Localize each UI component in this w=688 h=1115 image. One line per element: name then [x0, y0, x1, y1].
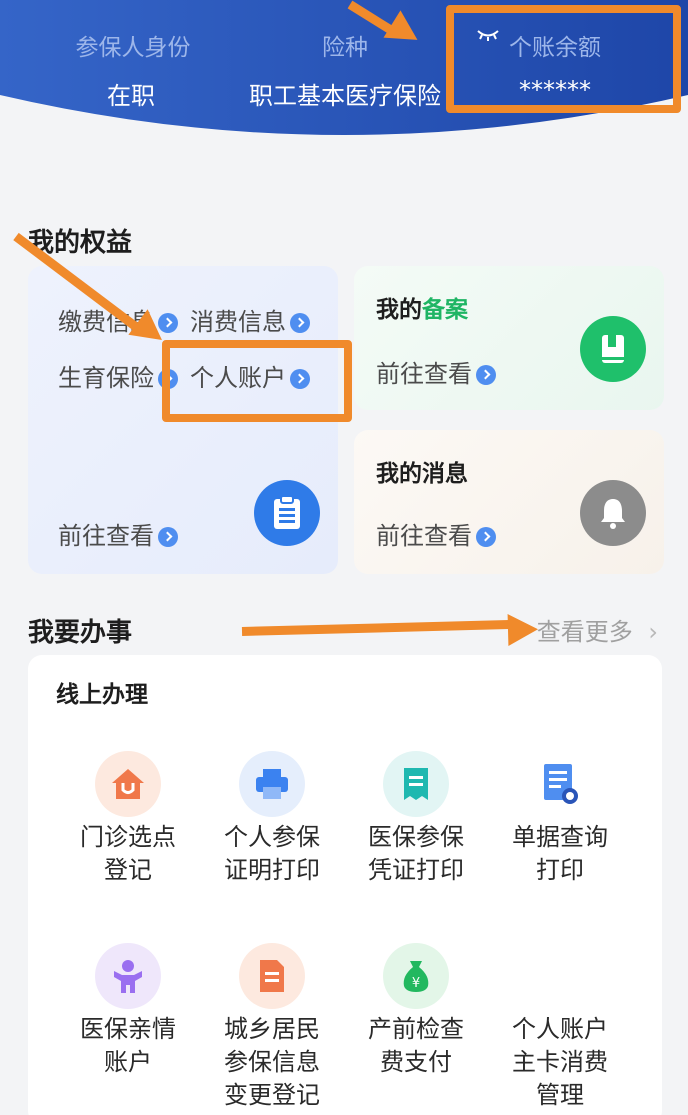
- service-outpatient-registration[interactable]: 门诊选点 登记: [58, 751, 198, 887]
- service-family-account[interactable]: 医保亲情 账户: [58, 943, 198, 1079]
- tasks-section-title: 我要办事: [28, 618, 133, 648]
- filing-title-prefix: 我的: [376, 297, 422, 323]
- identity-value: 在职: [107, 82, 155, 110]
- card-icon: [527, 943, 593, 1009]
- clipboard-icon: [254, 480, 320, 546]
- service-label-line3: 变更登记: [224, 1081, 320, 1109]
- my-messages-card[interactable]: 我的消息 前往查看: [354, 430, 664, 574]
- svg-text:¥: ¥: [412, 976, 420, 991]
- highlight-box-balance: [446, 5, 681, 113]
- file-edit-icon: [239, 943, 305, 1009]
- maternity-insurance-link[interactable]: 生育保险: [58, 358, 178, 393]
- service-label-line1: 个人参保: [224, 823, 320, 851]
- service-label-line2: 打印: [536, 856, 584, 884]
- service-main-card-consumption[interactable]: 个人账户 主卡消费 管理: [490, 943, 630, 1112]
- maternity-insurance-label: 生育保险: [58, 364, 154, 392]
- my-filing-card[interactable]: 我的备案 前往查看: [354, 266, 664, 410]
- service-label-line1: 医保亲情: [80, 1015, 176, 1043]
- chevron-right-icon: ›: [648, 618, 658, 646]
- service-resident-info-change[interactable]: 城乡居民 参保信息 变更登记: [202, 943, 342, 1112]
- money-bag-icon: ¥: [383, 943, 449, 1009]
- service-label-line1: 城乡居民: [224, 1015, 320, 1043]
- view-more-label: 查看更多: [536, 618, 633, 646]
- chevron-right-icon: [476, 527, 496, 547]
- online-services-title: 线上办理: [56, 682, 148, 708]
- service-label-line2: 主卡消费: [512, 1048, 608, 1076]
- chevron-right-icon: [290, 313, 310, 333]
- service-label-line1: 医保参保: [368, 823, 464, 851]
- annotation-arrow-more-head: [507, 613, 539, 646]
- view-more-link[interactable]: 查看更多 ›: [537, 612, 658, 647]
- service-label-line1: 单据查询: [512, 823, 608, 851]
- service-personal-insurance-proof[interactable]: 个人参保 证明打印: [202, 751, 342, 887]
- annotation-arrow-more: [241, 619, 513, 636]
- chevron-right-icon: [158, 527, 178, 547]
- chevron-right-icon: [476, 365, 496, 385]
- benefits-go-label: 前往查看: [58, 522, 154, 550]
- printer-icon: [239, 751, 305, 817]
- family-icon: [95, 943, 161, 1009]
- service-label-line3: 管理: [536, 1081, 584, 1109]
- consumption-info-label: 消费信息: [190, 308, 286, 336]
- benefits-go-link[interactable]: 前往查看: [58, 516, 178, 551]
- service-label-line2: 账户: [104, 1048, 152, 1076]
- identity-column: 参保人身份 在职: [58, 28, 208, 111]
- identity-label: 参保人身份: [75, 35, 191, 61]
- service-label-line1: 门诊选点: [80, 823, 176, 851]
- service-label-line1: 产前检查: [368, 1015, 464, 1043]
- service-label-line2: 费支付: [380, 1048, 452, 1076]
- house-icon: [95, 751, 161, 817]
- insurance-type-value: 职工基本医疗保险: [249, 82, 441, 110]
- filing-go-label: 前往查看: [376, 360, 472, 388]
- service-label-line2: 证明打印: [224, 856, 320, 884]
- online-services-panel: 线上办理 门诊选点 登记 个人参保 证明打印 医保参保 凭证打印 单据查询 打印…: [28, 655, 662, 1115]
- document-search-icon: [527, 751, 593, 817]
- filing-title-highlight: 备案: [422, 297, 468, 323]
- filing-title: 我的备案: [376, 290, 468, 324]
- messages-go-link[interactable]: 前往查看: [376, 516, 496, 551]
- service-label-line1: 个人账户: [512, 1015, 608, 1043]
- bell-icon: [580, 480, 646, 546]
- service-label-line2: 凭证打印: [368, 856, 464, 884]
- insurance-type-column: 险种 职工基本医疗保险: [240, 28, 450, 111]
- service-prenatal-payment[interactable]: ¥ 产前检查 费支付: [346, 943, 486, 1079]
- highlight-box-personal-account: [162, 340, 352, 422]
- messages-go-label: 前往查看: [376, 522, 472, 550]
- service-label-line2: 参保信息: [224, 1048, 320, 1076]
- messages-title: 我的消息: [376, 461, 468, 487]
- receipt-icon: [383, 751, 449, 817]
- service-document-query-print[interactable]: 单据查询 打印: [490, 751, 630, 887]
- book-icon: [580, 316, 646, 382]
- service-label-line2: 登记: [104, 856, 152, 884]
- service-insurance-voucher-print[interactable]: 医保参保 凭证打印: [346, 751, 486, 887]
- consumption-info-link[interactable]: 消费信息: [190, 302, 310, 337]
- filing-go-link[interactable]: 前往查看: [376, 354, 496, 389]
